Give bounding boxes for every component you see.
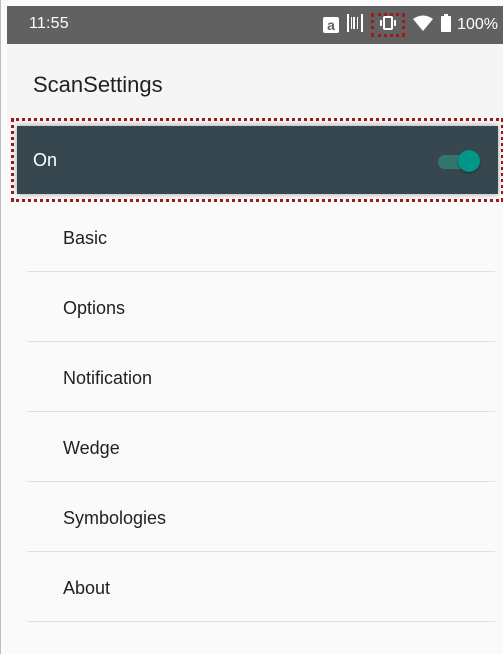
screen: 11:55 a 100% ScanSettings On Basic Optio… — [0, 0, 503, 654]
page-title: ScanSettings — [33, 72, 163, 97]
status-bar: 11:55 a 100% — [7, 6, 503, 44]
vibrate-icon — [378, 15, 398, 35]
list-item-symbologies[interactable]: Symbologies — [27, 482, 495, 552]
list-item-basic[interactable]: Basic — [27, 202, 495, 272]
list-item-options[interactable]: Options — [27, 272, 495, 342]
master-toggle-switch[interactable] — [438, 150, 480, 172]
list-item-label: About — [63, 578, 111, 598]
a-icon: a — [323, 17, 340, 33]
battery-level: 100% — [457, 16, 498, 33]
status-icons: a 100% — [323, 6, 498, 44]
battery-icon — [441, 13, 452, 37]
status-time: 11:55 — [29, 15, 69, 32]
list-item-label: Wedge — [63, 438, 120, 458]
settings-list: Basic Options Notification Wedge Symbolo… — [27, 202, 495, 622]
barcode-icon — [347, 13, 364, 37]
master-switch-bar[interactable]: On — [17, 126, 498, 194]
switch-thumb — [458, 150, 480, 172]
master-switch-label: On — [33, 150, 58, 170]
list-item-label: Options — [63, 298, 126, 318]
list-item-wedge[interactable]: Wedge — [27, 412, 495, 482]
app-bar: ScanSettings — [7, 44, 503, 126]
list-item-label: Basic — [63, 228, 108, 248]
list-item-notification[interactable]: Notification — [27, 342, 495, 412]
wifi-icon — [413, 15, 434, 36]
list-item-label: Symbologies — [63, 508, 167, 528]
list-item-about[interactable]: About — [27, 552, 495, 622]
list-item-label: Notification — [63, 368, 153, 388]
vibrate-indicator-highlight — [371, 13, 406, 37]
